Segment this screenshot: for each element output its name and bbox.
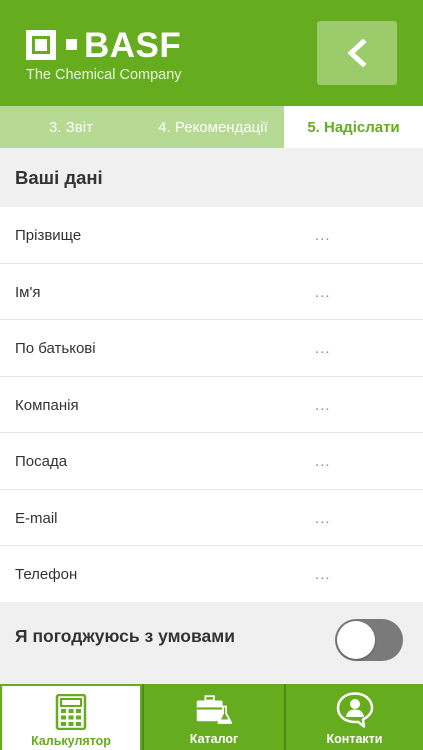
section-title: Ваші дані — [0, 148, 423, 207]
field-value[interactable]: ... — [315, 284, 331, 302]
field-label: Компанія — [15, 396, 79, 414]
logo-square-small — [66, 39, 77, 50]
logo-wordmark: BASF — [84, 26, 182, 65]
field-row-phone[interactable]: Телефон ... — [0, 546, 423, 603]
field-value[interactable]: ... — [315, 340, 331, 358]
field-label: Ім'я — [15, 283, 41, 301]
basf-logo: BASF The Chemical Company — [26, 26, 206, 88]
step-tab-send[interactable]: 5. Надіслати — [284, 106, 423, 148]
contact-person-icon — [336, 692, 373, 728]
logo-tagline: The Chemical Company — [26, 67, 182, 83]
briefcase-flask-icon — [196, 695, 233, 724]
field-row-email[interactable]: E-mail ... — [0, 490, 423, 546]
field-label: Телефон — [15, 566, 78, 583]
field-row-company[interactable]: Компанія ... — [0, 377, 423, 433]
field-row-surname[interactable]: Прізвище ... — [0, 207, 423, 264]
tab-label: Калькулятор — [31, 734, 111, 748]
field-label: По батькові — [15, 340, 96, 357]
logo-square-large — [26, 30, 56, 60]
app-header: BASF The Chemical Company — [0, 0, 423, 106]
agreement-toggle[interactable] — [335, 619, 403, 661]
tab-contacts[interactable]: Контакти — [284, 684, 423, 750]
tab-label: Контакти — [326, 732, 383, 746]
bottom-tab-bar: Калькулятор Каталог Контакти — [0, 684, 423, 750]
field-label: Прізвище — [15, 227, 82, 244]
field-value[interactable]: ... — [315, 227, 331, 245]
step-tabs: 3. Звіт 4. Рекомендації 5. Надіслати — [0, 106, 423, 148]
step-tab-report[interactable]: 3. Звіт — [0, 106, 142, 148]
step-tab-recommendations[interactable]: 4. Рекомендації — [142, 106, 284, 148]
tab-calculator[interactable]: Калькулятор — [0, 684, 142, 750]
field-row-position[interactable]: Посада ... — [0, 433, 423, 490]
chevron-left-icon — [347, 39, 367, 67]
form-fields: Прізвище ... Ім'я ... По батькові ... Ко… — [0, 207, 423, 603]
field-value[interactable]: ... — [315, 566, 331, 584]
field-value[interactable]: ... — [315, 453, 331, 471]
field-row-name[interactable]: Ім'я ... — [0, 264, 423, 320]
field-value[interactable]: ... — [315, 510, 331, 528]
agreement-label: Я погоджуюсь з умовами — [15, 626, 235, 646]
tab-label: Каталог — [189, 732, 239, 746]
tab-catalog[interactable]: Каталог — [142, 684, 284, 750]
field-row-patronymic[interactable]: По батькові ... — [0, 320, 423, 377]
toggle-knob — [337, 621, 375, 659]
field-value[interactable]: ... — [315, 397, 331, 415]
calculator-icon — [55, 694, 87, 730]
field-label: E-mail — [15, 509, 58, 527]
back-button[interactable] — [317, 21, 397, 85]
field-label: Посада — [15, 453, 68, 470]
